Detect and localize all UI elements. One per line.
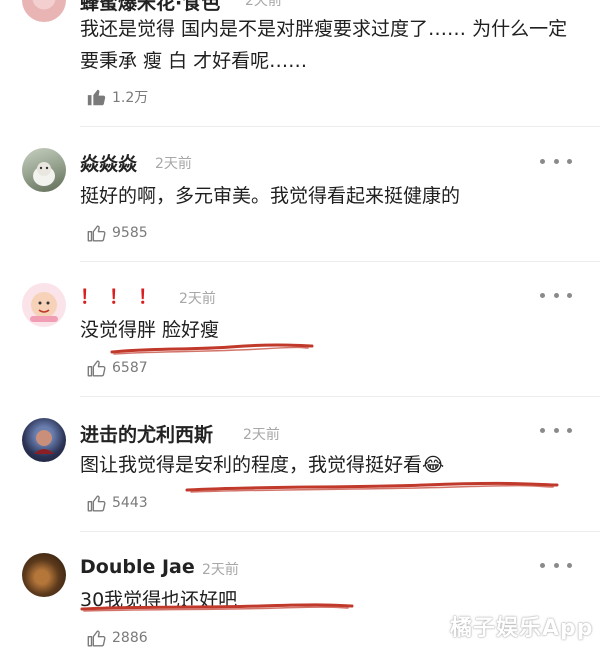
avatar[interactable] xyxy=(22,148,66,192)
underline-scribble xyxy=(110,343,314,355)
avatar[interactable] xyxy=(22,553,66,597)
avatar[interactable] xyxy=(22,418,66,462)
thumbs-up-icon xyxy=(87,630,106,647)
like-button[interactable]: 2886 xyxy=(86,627,148,649)
watermark: 橘子娱乐App xyxy=(450,616,594,641)
like-button[interactable]: 6587 xyxy=(86,357,148,379)
comment-time: 2天前 xyxy=(155,156,192,172)
like-button[interactable]: 1.2万 xyxy=(86,86,148,108)
more-dots-icon[interactable] xyxy=(540,555,572,575)
underline-scribble xyxy=(185,481,559,493)
divider xyxy=(80,261,600,262)
like-button[interactable]: 5443 xyxy=(86,492,148,514)
like-count: 6587 xyxy=(112,360,148,376)
avatar[interactable] xyxy=(22,0,66,22)
comment-time: 2天前 xyxy=(202,562,239,578)
underline-scribble xyxy=(80,603,354,612)
comment-username[interactable]: 进击的尤利西斯 xyxy=(80,420,213,447)
comment-time: 2天前 xyxy=(243,427,280,443)
thumbs-up-icon xyxy=(87,225,106,242)
divider xyxy=(80,531,600,532)
more-dots-icon[interactable] xyxy=(540,420,572,440)
like-button[interactable]: 9585 xyxy=(86,222,148,244)
like-count: 1.2万 xyxy=(112,90,149,106)
like-count: 9585 xyxy=(112,225,148,241)
comment-text: 图让我觉得是安利的程度，我觉得挺好看😂 xyxy=(80,449,580,481)
comment-username[interactable]: 焱焱焱 xyxy=(80,149,137,176)
laughing-emoji-icon: 😂 xyxy=(422,454,445,476)
avatar[interactable] xyxy=(22,283,66,327)
more-dots-icon[interactable] xyxy=(540,151,572,171)
comment-text-body: 图让我觉得是安利的程度，我觉得挺好看 xyxy=(80,454,423,476)
comment-username[interactable]: Double Jae xyxy=(80,556,195,578)
like-count: 5443 xyxy=(112,495,148,511)
thumbs-up-icon xyxy=(87,495,106,512)
comment-time: 2天前 xyxy=(245,0,282,9)
comment-time: 2天前 xyxy=(179,291,216,307)
comment-username[interactable]: ！！！ xyxy=(80,282,167,309)
divider xyxy=(80,396,600,397)
comment-text: 挺好的啊，多元审美。我觉得看起来挺健康的 xyxy=(80,185,461,207)
more-dots-icon[interactable] xyxy=(540,285,572,305)
divider xyxy=(80,126,600,127)
comment-text: 我还是觉得 国内是不是对胖瘦要求过度了…… 为什么一定要秉承 瘦 白 才好看呢…… xyxy=(80,18,568,72)
like-count: 2886 xyxy=(112,630,148,646)
thumbs-up-icon xyxy=(87,360,106,377)
thumbs-up-icon xyxy=(87,89,106,106)
